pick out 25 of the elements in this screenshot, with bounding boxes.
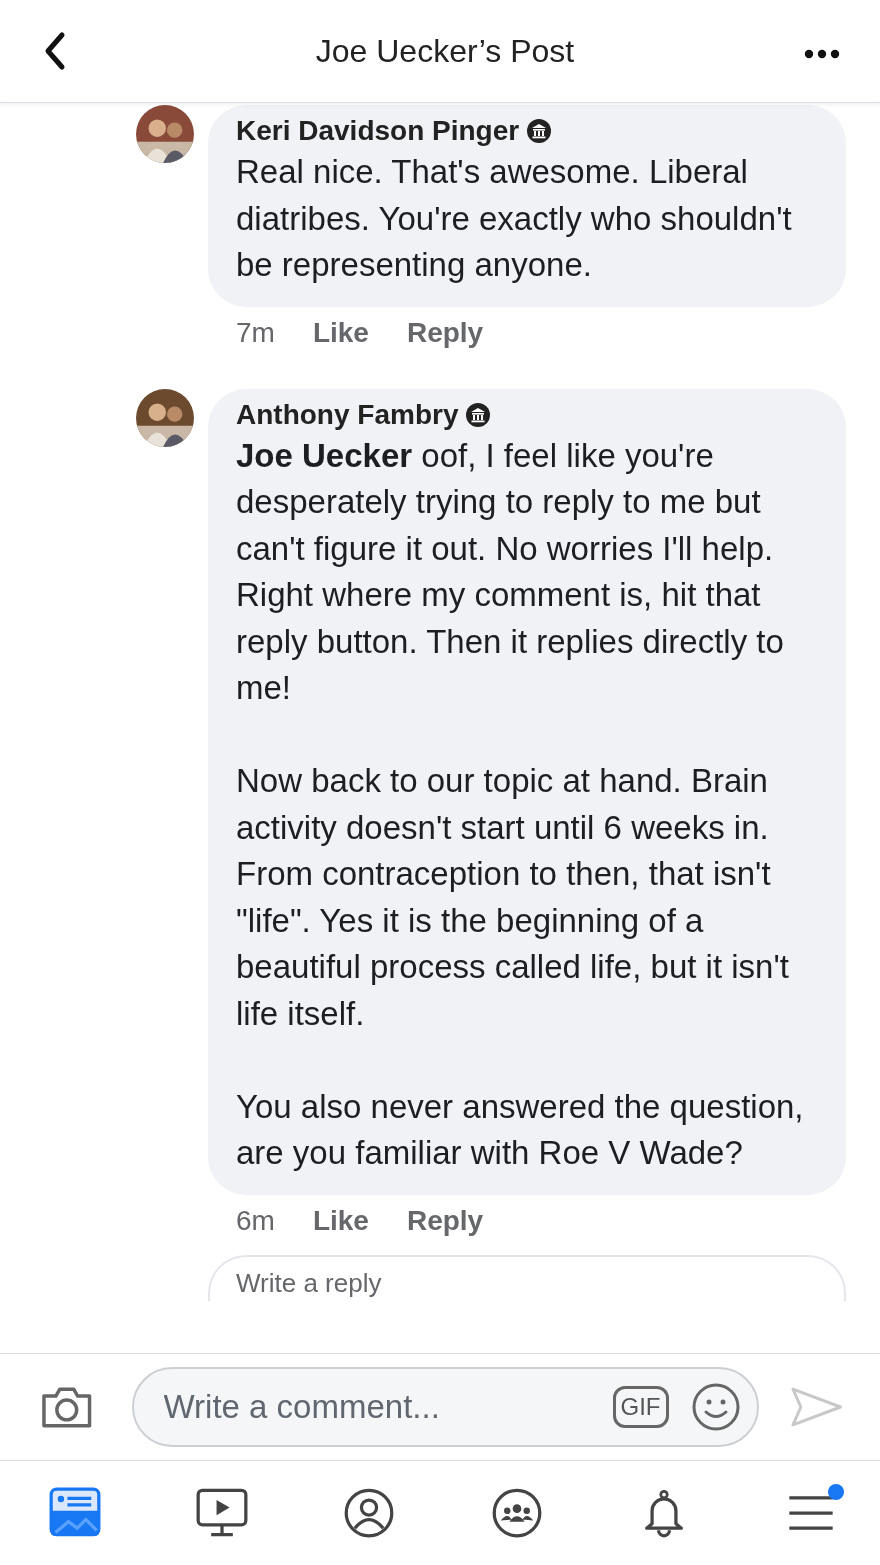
author-name[interactable]: Keri Davidson Pinger [236, 115, 520, 147]
comment-time: 7m [236, 316, 275, 349]
page-title: Joe Uecker’s Post [314, 32, 576, 70]
news-feed-icon [49, 1487, 101, 1539]
emoji-icon[interactable] [690, 1382, 741, 1432]
comment-text: Now back to our topic at hand. Brain activity doesn't start until 6 weeks in. From contraception to then, that isn't "life". Yes it is the beginning of a beautiful process called life, but it isn't life itself. [236, 761, 790, 1034]
gif-button[interactable]: GIF [612, 1386, 669, 1428]
video-icon [196, 1487, 249, 1539]
comment-field[interactable]: Write a comment... GIF [131, 1367, 759, 1447]
comment-action[interactable]: Like [312, 1204, 369, 1237]
author-name[interactable]: Anthony Fambry [236, 398, 459, 431]
comment-action[interactable]: Like [312, 316, 369, 349]
comment-time: 6m [236, 1204, 275, 1237]
comment-text: Joe Uecker oof, I feel like you're desperately trying to reply to me but can't figure it out. No worries I'll help. Right where my comment is, hit that reply button. Then it replies directly to me! [236, 435, 785, 708]
reply-field[interactable]: Write a reply [208, 1254, 846, 1301]
comment-text: Real nice. That's awesome. Liberal diatribes. You're exactly who shouldn't be representing anyone. [236, 152, 793, 285]
building-icon [527, 119, 552, 143]
comment-action[interactable]: Reply [406, 316, 484, 349]
groups-icon [490, 1487, 543, 1539]
more-icon[interactable] [804, 49, 840, 59]
profile-icon [343, 1487, 396, 1539]
building-icon [466, 402, 491, 427]
comment-text: You also never answered the question, are you familiar with Roe V Wade? [236, 1086, 805, 1173]
camera-icon[interactable] [40, 1384, 94, 1430]
comment-action[interactable]: Reply [406, 1204, 484, 1237]
